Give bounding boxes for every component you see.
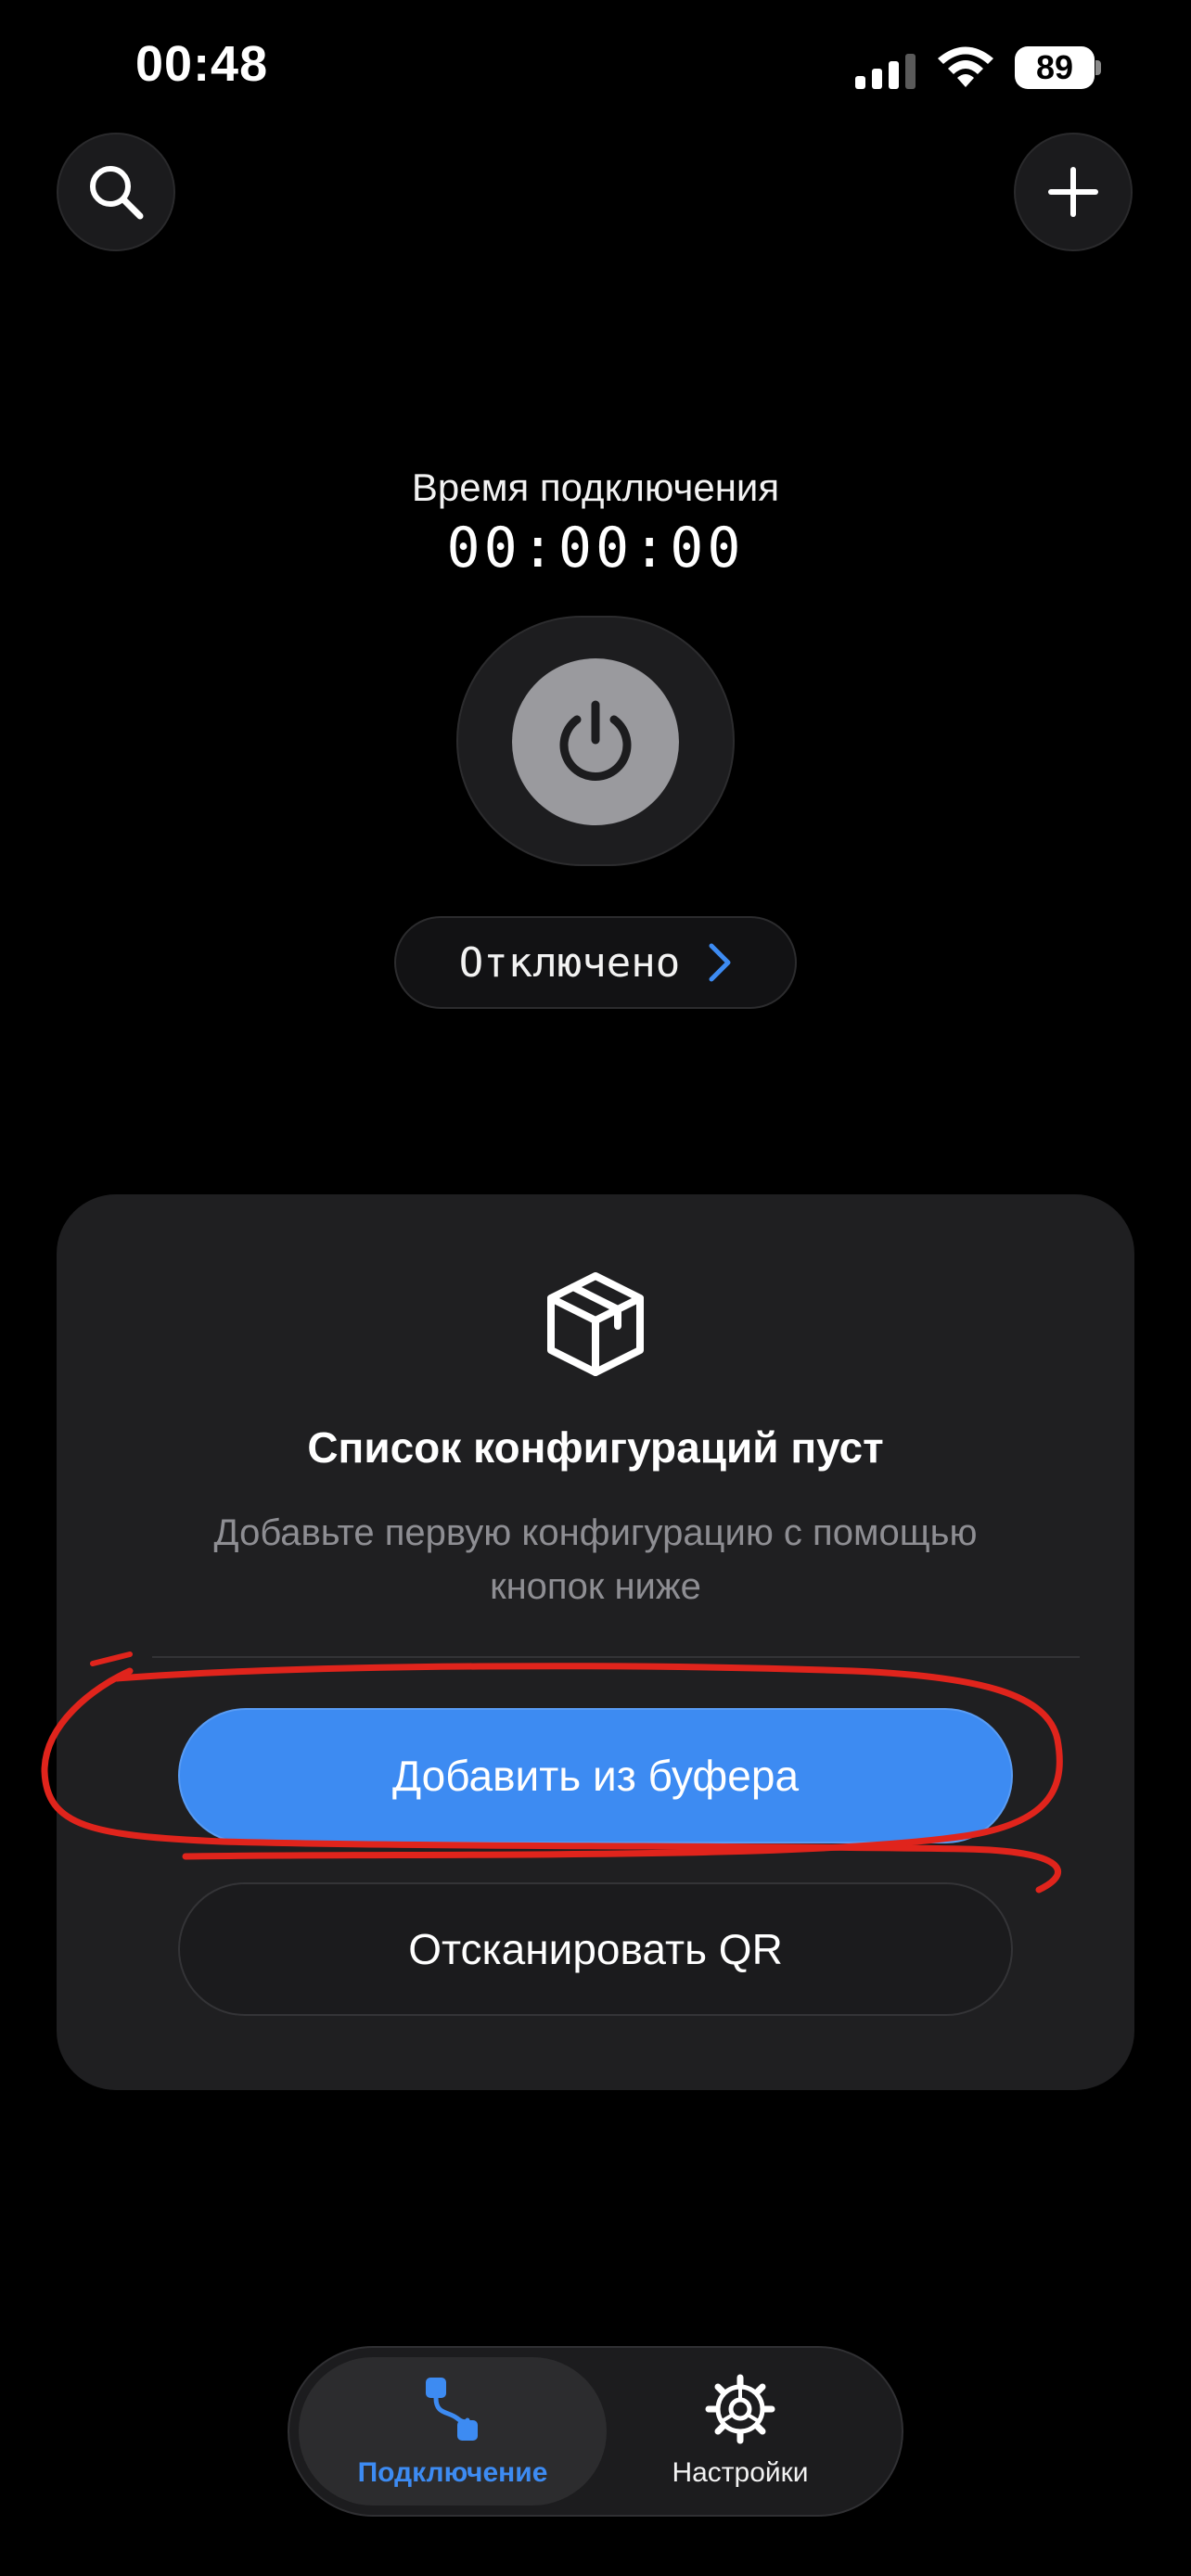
- wifi-icon: [938, 46, 993, 87]
- search-icon: [90, 166, 144, 220]
- tab-connection[interactable]: Подключение: [299, 2374, 607, 2504]
- power-button[interactable]: [512, 658, 679, 825]
- tab-connection-label: Подключение: [357, 2457, 548, 2488]
- chevron-right-icon: [709, 943, 731, 982]
- tab-settings[interactable]: Настройки: [586, 2374, 894, 2504]
- add-from-clipboard-button[interactable]: Добавить из буфера: [178, 1708, 1013, 1843]
- connection-route-icon: [426, 2378, 478, 2441]
- connection-time-value: 00:00:00: [446, 516, 745, 580]
- power-icon: [559, 700, 632, 781]
- connection-status-text: Отключено: [458, 938, 681, 987]
- box-icon: [547, 1272, 644, 1376]
- search-button[interactable]: [57, 133, 175, 251]
- connection-status-pill[interactable]: Отключено: [394, 916, 797, 1009]
- gear-icon: [705, 2374, 775, 2444]
- battery-tip: [1095, 60, 1101, 75]
- status-time: 00:48: [135, 36, 269, 92]
- empty-state-subtitle-line2: кнопок ниже: [490, 1566, 701, 1607]
- cellular-signal-icon: [855, 52, 916, 89]
- connection-time-label: Время подключения: [411, 465, 780, 509]
- empty-state-subtitle: Добавьте первую конфигурацию с помощью к…: [139, 1506, 1052, 1613]
- card-divider: [152, 1656, 1080, 1658]
- empty-state-subtitle-line1: Добавьте первую конфигурацию с помощью: [213, 1512, 978, 1553]
- plus-icon: [1048, 167, 1098, 217]
- battery-level: 89: [1015, 46, 1095, 89]
- scan-qr-button[interactable]: Отсканировать QR: [178, 1882, 1013, 2016]
- tab-settings-label: Настройки: [672, 2457, 809, 2488]
- empty-state-title: Список конфигураций пуст: [307, 1423, 884, 1472]
- add-config-button[interactable]: [1014, 133, 1133, 251]
